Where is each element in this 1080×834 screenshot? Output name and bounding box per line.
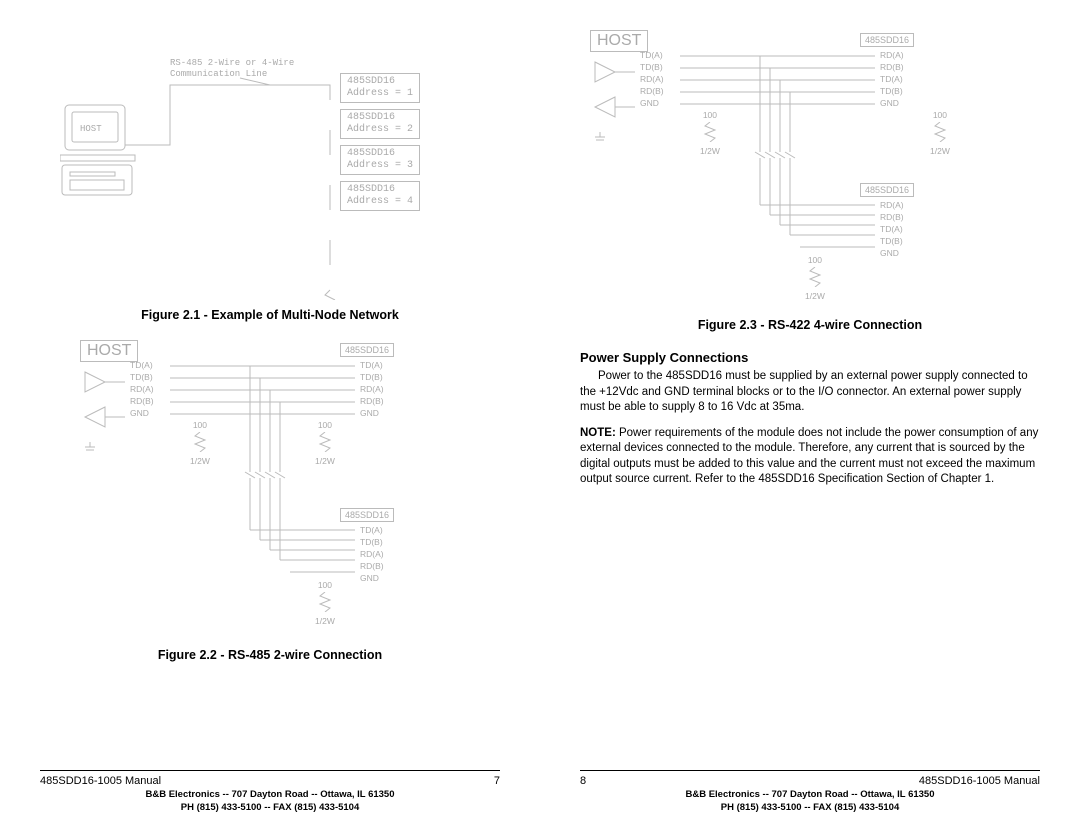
page-left-content: RS-485 2-Wire or 4-Wire Communication Li… [40,30,500,758]
res-watt: 1/2W [805,291,825,303]
node-box: 485SDD16 Address = 3 [340,145,420,175]
pin-label: RD(B) [880,212,904,224]
footer-phone-right: PH (815) 433-5100 -- FAX (815) 433-5104 [580,802,1040,814]
module-bot-pins-22: TD(A) TD(B) RD(A) RD(B) GND [360,525,384,584]
node-stack: 485SDD16 Address = 1 485SDD16 Address = … [340,70,420,214]
pin-label: TD(B) [880,236,904,248]
module-label-bot-22: 485SDD16 [340,508,394,522]
figure-2-1: RS-485 2-Wire or 4-Wire Communication Li… [40,30,500,300]
page-right-content: HOST TD(A) TD(B) RD(A) RD(B) GND 48 [580,30,1040,758]
resistor-bot-23: 100 1/2W [805,255,825,303]
note-prefix: NOTE: [580,427,616,439]
pin-label: TD(B) [360,537,384,549]
footer-manual-right: 485SDD16-1005 Manual [919,775,1040,787]
node-name: 485SDD16 [347,76,395,87]
node-name: 485SDD16 [347,112,395,123]
res-value: 100 [315,580,335,592]
footer-pagenum-left: 7 [494,775,500,787]
pin-label: RD(A) [880,200,904,212]
node-addr: Address = 4 [347,196,413,207]
power-supply-para2: NOTE: Power requirements of the module d… [580,426,1040,488]
footer-addr-right: B&B Electronics -- 707 Dayton Road -- Ot… [580,789,1040,801]
node-box: 485SDD16 Address = 4 [340,181,420,211]
footer-phone-left: PH (815) 433-5100 -- FAX (815) 433-5104 [40,802,500,814]
fig-2-2-caption: Figure 2.2 - RS-485 2-wire Connection [40,648,500,662]
pin-label: RD(A) [360,549,384,561]
pin-label: GND [360,573,384,585]
pin-label: TD(A) [360,525,384,537]
module-bot-pins-23: RD(A) RD(B) TD(A) TD(B) GND [880,200,904,259]
node-addr: Address = 1 [347,88,413,99]
footer-addr-left: B&B Electronics -- 707 Dayton Road -- Ot… [40,789,500,801]
pin-label: GND [880,248,904,260]
footer-manual-left: 485SDD16-1005 Manual [40,775,161,787]
pin-label: RD(B) [360,561,384,573]
node-box: 485SDD16 Address = 1 [340,73,420,103]
page-left: RS-485 2-Wire or 4-Wire Communication Li… [0,0,540,834]
fig-2-3-caption: Figure 2.3 - RS-422 4-wire Connection [580,318,1040,332]
power-supply-heading: Power Supply Connections [580,350,1040,365]
node-box: 485SDD16 Address = 2 [340,109,420,139]
figure-2-3: HOST TD(A) TD(B) RD(A) RD(B) GND 48 [580,30,1040,310]
resistor-bot-22: 100 1/2W [315,580,335,628]
footer-left: 485SDD16-1005 Manual 7 B&B Electronics -… [40,770,500,814]
node-name: 485SDD16 [347,184,395,195]
figure-2-2: HOST TD(A) TD(B) RD(A) RD(B) GND 48 [40,340,500,640]
node-addr: Address = 2 [347,124,413,135]
res-value: 100 [805,255,825,267]
node-addr: Address = 3 [347,160,413,171]
footer-pagenum-right: 8 [580,775,586,787]
note-body: Power requirements of the module does no… [580,427,1038,486]
footer-right: 8 485SDD16-1005 Manual B&B Electronics -… [580,770,1040,814]
module-label-bot-23: 485SDD16 [860,183,914,197]
res-watt: 1/2W [315,616,335,628]
fig-2-1-caption: Figure 2.1 - Example of Multi-Node Netwo… [40,308,500,322]
node-name: 485SDD16 [347,148,395,159]
pin-label: TD(A) [880,224,904,236]
power-supply-para1: Power to the 485SDD16 must be supplied b… [580,369,1040,416]
page-right: HOST TD(A) TD(B) RD(A) RD(B) GND 48 [540,0,1080,834]
